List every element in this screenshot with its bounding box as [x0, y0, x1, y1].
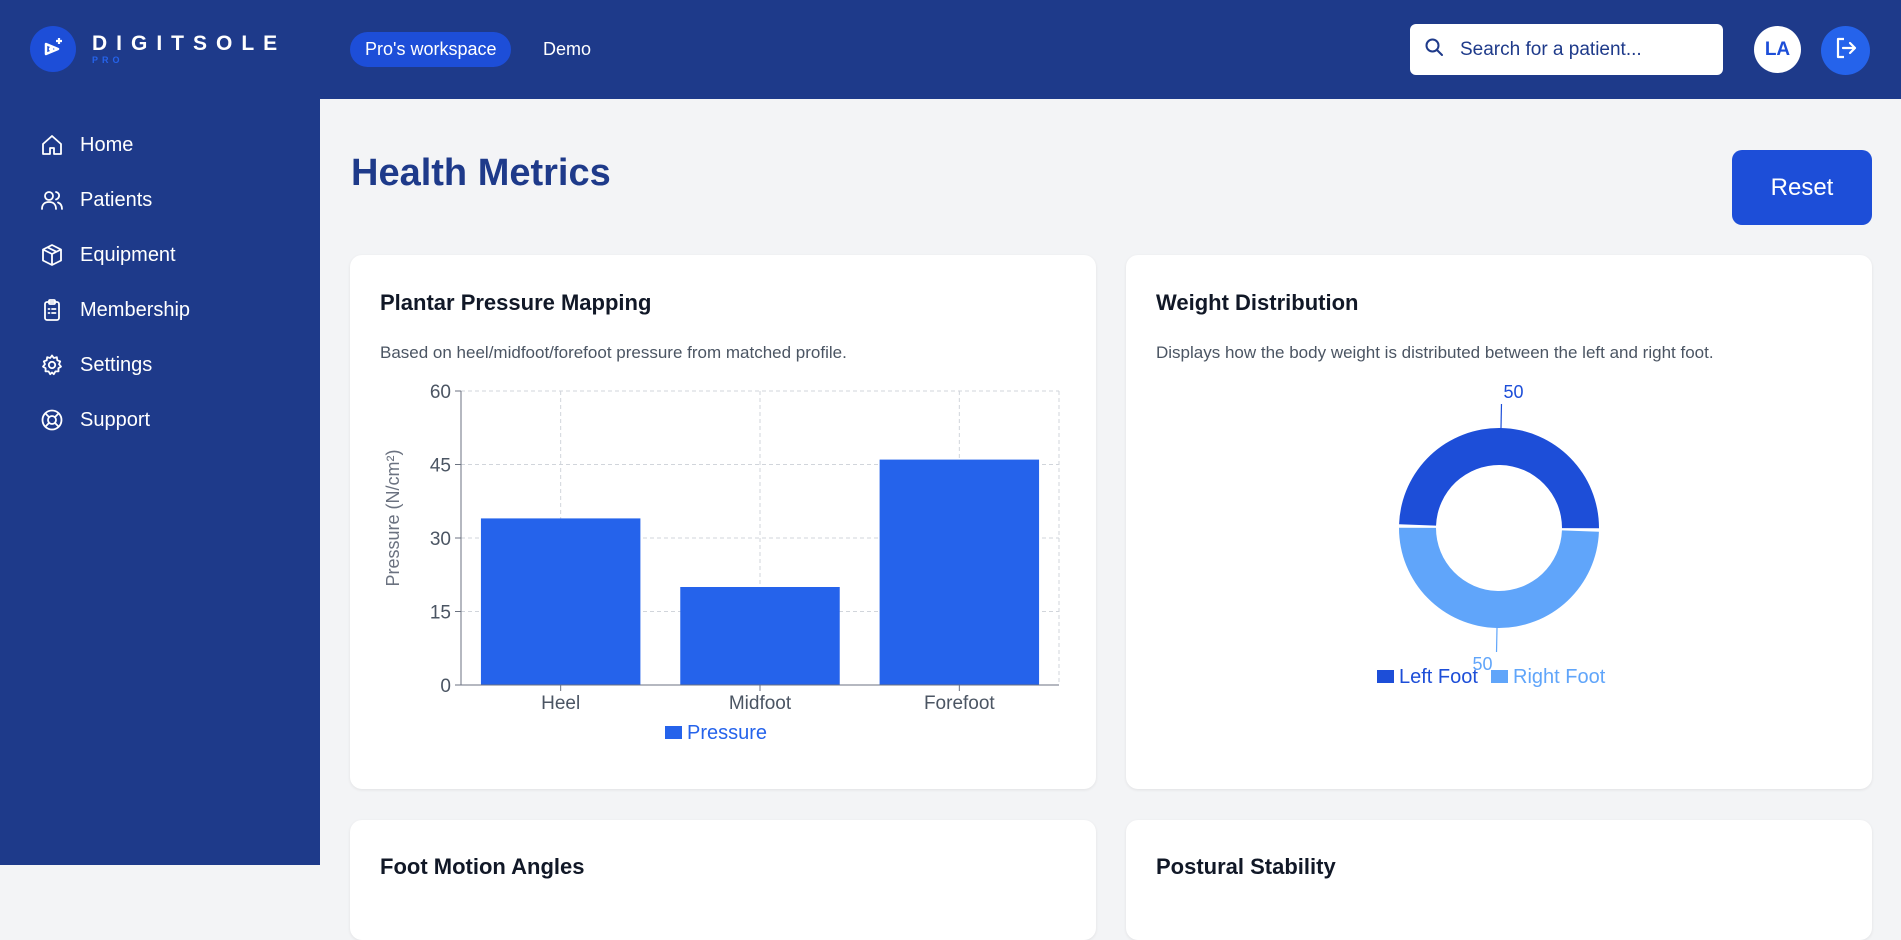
weight-distribution-card: Weight Distribution Displays how the bod… [1126, 255, 1872, 789]
foot-motion-angles-card: Foot Motion Angles [350, 820, 1096, 940]
y-tick-label: 45 [430, 456, 451, 477]
plantar-pressure-card: Plantar Pressure Mapping Based on heel/m… [350, 255, 1096, 789]
search-input[interactable] [1458, 38, 1702, 62]
logout-button[interactable] [1821, 26, 1870, 75]
data-label: 50 [1503, 382, 1523, 402]
x-tick-label: Heel [541, 693, 580, 714]
sidebar-item-label: Membership [80, 299, 190, 322]
card-title: Foot Motion Angles [380, 854, 584, 880]
clipboard-icon [40, 298, 64, 322]
donut-slice-left-foot [1399, 428, 1599, 528]
sidebar: Home Patients Equipment [0, 99, 320, 865]
legend-label: Pressure [687, 722, 767, 744]
y-tick-label: 15 [430, 603, 451, 624]
page-title: Health Metrics [351, 152, 611, 195]
nav-pros-workspace[interactable]: Pro's workspace [350, 32, 511, 67]
y-axis-label: Pressure (N/cm²) [383, 449, 403, 586]
bar-forefoot [880, 460, 1039, 685]
pressure-bar-chart: 0 15 30 45 60 Heel Midfoot Forefoot Pressure (N/… [350, 255, 1096, 789]
x-tick-label: Midfoot [729, 693, 792, 714]
sidebar-item-equipment[interactable]: Equipment [40, 240, 176, 270]
patient-search[interactable] [1410, 24, 1723, 75]
y-tick-label: 0 [440, 676, 451, 697]
lifebuoy-icon [40, 408, 64, 432]
sidebar-item-home[interactable]: Home [40, 130, 133, 160]
sidebar-item-label: Support [80, 409, 150, 432]
bar-midfoot [680, 587, 839, 685]
gear-icon [40, 353, 64, 377]
sidebar-item-label: Equipment [80, 244, 176, 267]
donut-slice-right-foot [1399, 528, 1599, 628]
sidebar-item-label: Home [80, 134, 133, 157]
legend-swatch [665, 726, 682, 739]
sidebar-item-label: Settings [80, 354, 152, 377]
legend-swatch [1491, 670, 1508, 683]
weight-donut-chart: 5050Left FootRight Foot [1126, 255, 1872, 789]
nav-demo[interactable]: Demo [543, 32, 591, 67]
logo-subtitle: PRO [92, 55, 286, 65]
bar-heel [481, 518, 640, 685]
user-avatar[interactable]: LA [1754, 26, 1801, 73]
y-tick-label: 30 [430, 529, 451, 550]
sidebar-item-support[interactable]: Support [40, 405, 150, 435]
sidebar-item-patients[interactable]: Patients [40, 185, 152, 215]
sidebar-item-label: Patients [80, 189, 152, 212]
sidebar-item-membership[interactable]: Membership [40, 295, 190, 325]
reset-button[interactable]: Reset [1732, 150, 1872, 225]
y-tick-label: 60 [430, 382, 451, 403]
legend-label: Left Foot [1399, 666, 1478, 688]
x-tick-label: Forefoot [924, 693, 995, 714]
logo-mark-icon [30, 26, 76, 72]
card-title: Postural Stability [1156, 854, 1336, 880]
legend-swatch [1377, 670, 1394, 683]
box-icon [40, 243, 64, 267]
top-bar: DIGITSOLE PRO Pro's workspace Demo LA [0, 0, 1901, 99]
sidebar-item-settings[interactable]: Settings [40, 350, 152, 380]
home-icon [40, 133, 64, 157]
legend-label: Right Foot [1513, 666, 1606, 688]
logo-wordmark: DIGITSOLE [92, 33, 286, 55]
postural-stability-card: Postural Stability [1126, 820, 1872, 940]
users-icon [40, 188, 64, 212]
search-icon [1424, 37, 1444, 62]
logout-icon [1833, 35, 1859, 66]
digitsole-logo[interactable]: DIGITSOLE PRO [30, 26, 286, 72]
